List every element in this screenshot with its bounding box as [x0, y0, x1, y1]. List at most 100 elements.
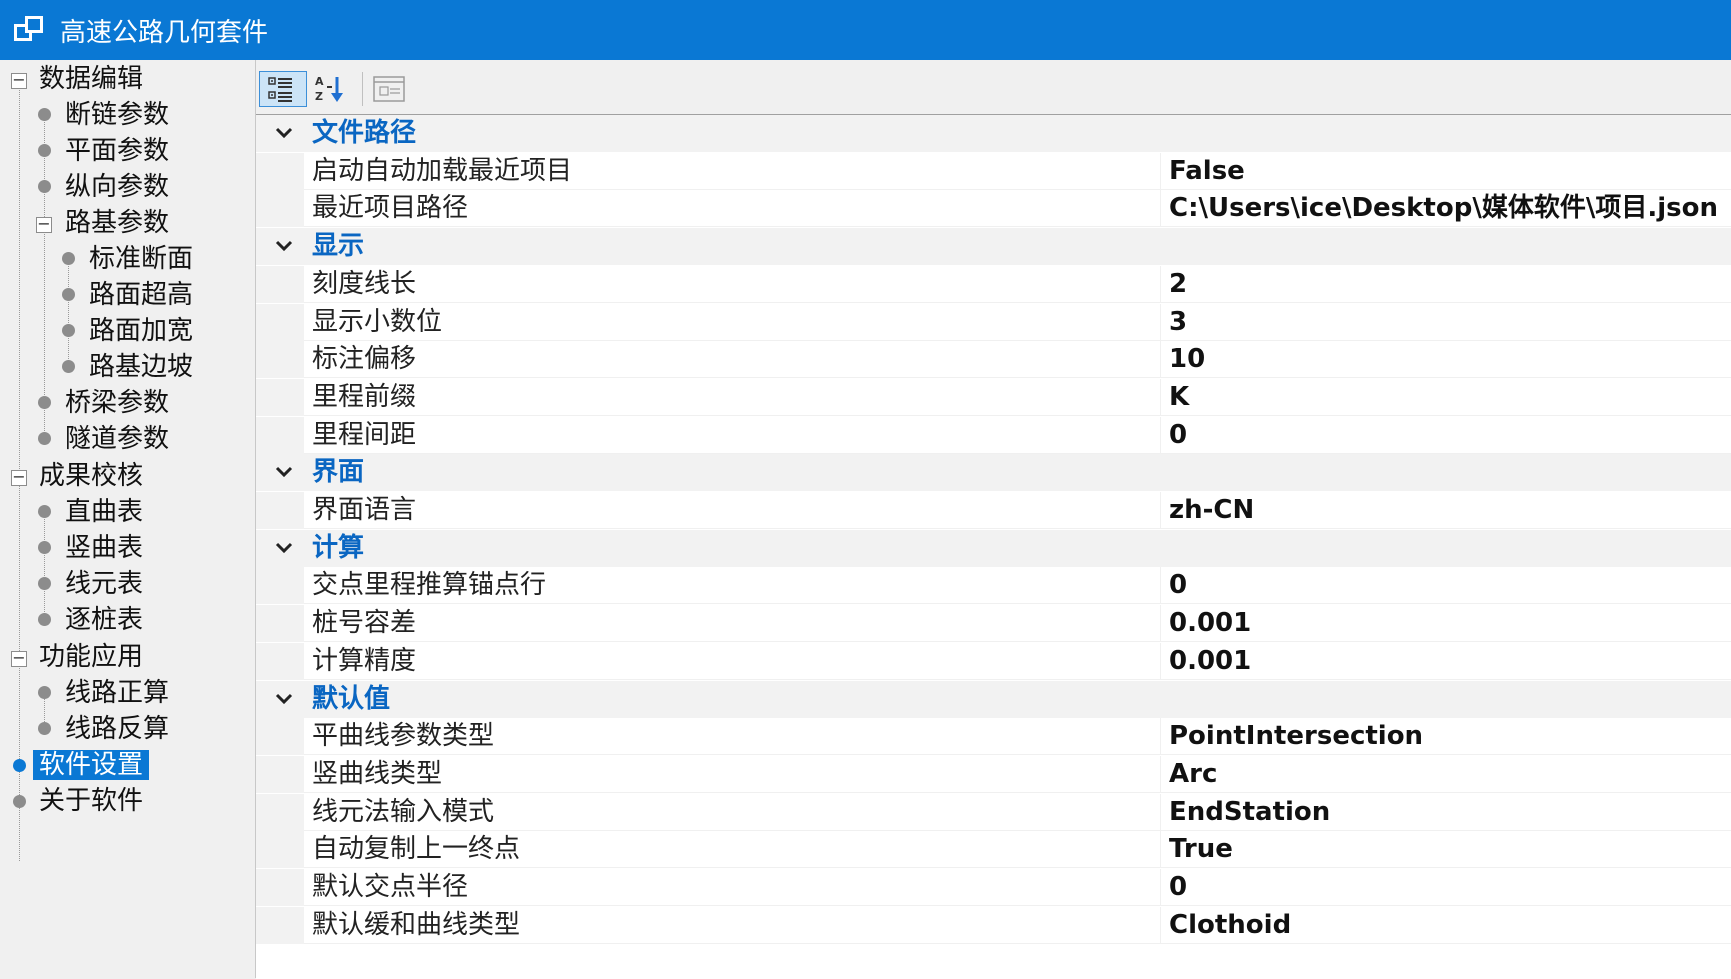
tree-node-data-edit[interactable]: 数据编辑: [33, 60, 149, 98]
property-row[interactable]: 默认缓和曲线类型 Clothoid: [256, 907, 1731, 944]
property-value[interactable]: True: [1169, 831, 1233, 867]
property-row[interactable]: 桩号容差 0.001: [256, 605, 1731, 642]
tree-node-curve-table[interactable]: 直曲表: [59, 493, 149, 531]
property-row[interactable]: 显示小数位 3: [256, 304, 1731, 341]
chevron-down-icon[interactable]: [270, 458, 298, 486]
property-category[interactable]: 界面: [256, 454, 1731, 491]
property-row[interactable]: 里程前缀 K: [256, 379, 1731, 416]
column-divider[interactable]: [1160, 190, 1161, 227]
tree-node-chain-params[interactable]: 断链参数: [59, 96, 175, 134]
tree-node-label: 数据编辑: [39, 64, 144, 94]
tree-node-forward-calc[interactable]: 线路正算: [59, 674, 175, 712]
property-value[interactable]: 0.001: [1169, 605, 1251, 641]
property-value[interactable]: 10: [1169, 341, 1205, 377]
column-divider[interactable]: [1160, 341, 1161, 378]
property-name: 线元法输入模式: [312, 797, 495, 827]
tree-node-tunnel-params[interactable]: 隧道参数: [59, 420, 175, 458]
property-row[interactable]: 自动复制上一终点 True: [256, 831, 1731, 868]
tree-node-bridge-params[interactable]: 桥梁参数: [59, 384, 175, 422]
tree-node-inverse-calc[interactable]: 线路反算: [59, 710, 175, 748]
categorized-view-button[interactable]: [259, 71, 307, 107]
property-value[interactable]: PointIntersection: [1169, 718, 1423, 754]
collapse-toggle[interactable]: −: [11, 469, 27, 486]
column-divider[interactable]: [1160, 907, 1161, 944]
column-divider[interactable]: [1160, 304, 1161, 341]
property-name: 里程前缀: [312, 382, 417, 412]
property-value[interactable]: 0: [1169, 567, 1187, 603]
property-row[interactable]: 标注偏移 10: [256, 341, 1731, 378]
property-row[interactable]: 平曲线参数类型 PointIntersection: [256, 718, 1731, 755]
tree-node-functions[interactable]: 功能应用: [33, 638, 149, 676]
property-value[interactable]: 0: [1169, 869, 1187, 905]
property-category[interactable]: 计算: [256, 530, 1731, 567]
tree-node-subgrade-params[interactable]: 路基参数: [59, 204, 175, 242]
property-value[interactable]: Clothoid: [1169, 907, 1291, 943]
tree-node-label: 功能应用: [39, 642, 144, 672]
property-value[interactable]: False: [1169, 153, 1245, 189]
property-row[interactable]: 刻度线长 2: [256, 266, 1731, 303]
property-name: 最近项目路径: [312, 193, 469, 223]
column-divider[interactable]: [1160, 266, 1161, 303]
column-divider[interactable]: [1160, 417, 1161, 454]
column-divider[interactable]: [1160, 831, 1161, 868]
property-category[interactable]: 显示: [256, 228, 1731, 265]
tree-node-element-table[interactable]: 线元表: [59, 565, 149, 603]
column-divider[interactable]: [1160, 153, 1161, 190]
property-row[interactable]: 竖曲线类型 Arc: [256, 756, 1731, 793]
property-row[interactable]: 最近项目路径 C:\Users\ice\Desktop\媒体软件\项目.json: [256, 190, 1731, 227]
chevron-down-icon[interactable]: [270, 534, 298, 562]
column-divider[interactable]: [1160, 379, 1161, 416]
property-category[interactable]: 默认值: [256, 681, 1731, 718]
tree-node-label: 桥梁参数: [65, 388, 170, 418]
property-value[interactable]: EndStation: [1169, 794, 1330, 830]
property-row[interactable]: 交点里程推算锚点行 0: [256, 567, 1731, 604]
column-divider[interactable]: [1160, 492, 1161, 529]
column-divider[interactable]: [1160, 756, 1161, 793]
tree-node-vertical-curve-table[interactable]: 竖曲表: [59, 529, 149, 567]
property-category[interactable]: 文件路径: [256, 115, 1731, 152]
property-pages-button[interactable]: [366, 71, 414, 107]
column-divider[interactable]: [1160, 567, 1161, 604]
tree-node-superelevation[interactable]: 路面超高: [83, 276, 199, 314]
tree-node-standard-section[interactable]: 标准断面: [83, 240, 199, 278]
property-value[interactable]: K: [1169, 379, 1189, 415]
property-row[interactable]: 计算精度 0.001: [256, 643, 1731, 680]
property-value[interactable]: 2: [1169, 266, 1187, 302]
tree-line: [44, 511, 45, 622]
tree-node-results-check[interactable]: 成果校核: [33, 457, 149, 495]
property-row[interactable]: 默认交点半径 0: [256, 869, 1731, 906]
property-value[interactable]: 0: [1169, 417, 1187, 453]
tree-node-about[interactable]: 关于软件: [33, 782, 149, 820]
property-value[interactable]: 0.001: [1169, 643, 1251, 679]
row-gutter: [256, 794, 304, 831]
property-value[interactable]: zh-CN: [1169, 492, 1254, 528]
tree-node-station-table[interactable]: 逐桩表: [59, 601, 149, 639]
chevron-down-icon[interactable]: [270, 232, 298, 260]
chevron-down-icon[interactable]: [270, 685, 298, 713]
sort-alphabetical-button[interactable]: A Z: [310, 71, 358, 107]
column-divider[interactable]: [1160, 869, 1161, 906]
collapse-toggle[interactable]: −: [11, 72, 27, 89]
tree-leaf-icon: [13, 795, 26, 808]
tree-node-plane-params[interactable]: 平面参数: [59, 132, 175, 170]
property-value[interactable]: 3: [1169, 304, 1187, 340]
tree-node-widening[interactable]: 路面加宽: [83, 312, 199, 350]
property-value[interactable]: Arc: [1169, 756, 1217, 792]
property-row[interactable]: 启动自动加载最近项目 False: [256, 153, 1731, 190]
chevron-down-icon[interactable]: [270, 119, 298, 147]
collapse-toggle[interactable]: −: [36, 216, 52, 233]
column-divider[interactable]: [1160, 794, 1161, 831]
tree-leaf-icon: [38, 577, 51, 590]
collapse-toggle[interactable]: −: [11, 650, 27, 667]
property-row[interactable]: 里程间距 0: [256, 417, 1731, 454]
property-row[interactable]: 线元法输入模式 EndStation: [256, 794, 1731, 831]
tree-node-software-settings[interactable]: 软件设置: [33, 746, 150, 784]
column-divider[interactable]: [1160, 643, 1161, 680]
tree-node-vertical-params[interactable]: 纵向参数: [59, 168, 175, 206]
property-row[interactable]: 界面语言 zh-CN: [256, 492, 1731, 529]
column-divider[interactable]: [1160, 605, 1161, 642]
tree-leaf-icon: [38, 505, 51, 518]
tree-node-slope[interactable]: 路基边坡: [83, 348, 199, 386]
property-value[interactable]: C:\Users\ice\Desktop\媒体软件\项目.json: [1169, 190, 1718, 226]
column-divider[interactable]: [1160, 718, 1161, 755]
